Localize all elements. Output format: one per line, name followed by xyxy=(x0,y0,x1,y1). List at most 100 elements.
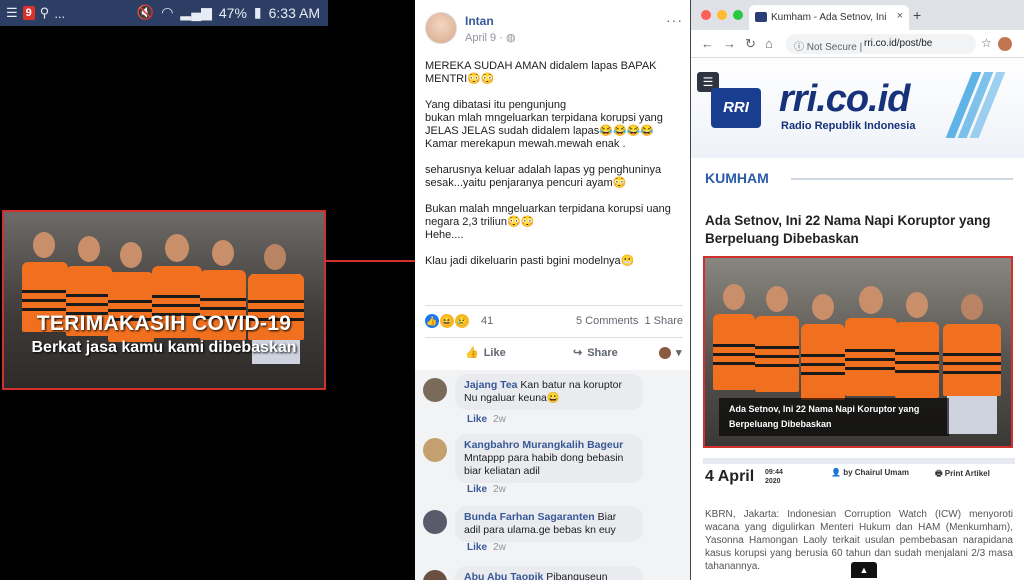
haha-reaction-icon[interactable]: 😆 xyxy=(440,314,454,328)
author-avatar[interactable] xyxy=(425,12,457,44)
more-options-icon[interactable]: ··· xyxy=(666,12,683,28)
browser-tab[interactable]: Kumham - Ada Setnov, Ini 22 N × xyxy=(749,5,909,30)
url-field[interactable]: ⓘ Not Secure | rri.co.id/post/be xyxy=(786,34,976,54)
not-secure-label[interactable]: ⓘ Not Secure | xyxy=(794,38,862,53)
wifi-icon: ◠ xyxy=(161,4,174,20)
tool-icon: ⚲ xyxy=(39,5,50,20)
status-dots: ... xyxy=(54,5,66,21)
category-divider xyxy=(791,178,1013,180)
comments-section: Jajang Tea Kan batur na koruptor Nu ngal… xyxy=(415,370,690,580)
print-button[interactable]: 🖶 Print Artikel xyxy=(935,468,990,482)
tab-bar: Kumham - Ada Setnov, Ini 22 N × + xyxy=(691,0,1024,30)
post-stats[interactable]: 5 Comments 1 Share xyxy=(576,315,683,327)
forward-icon[interactable]: → xyxy=(723,36,736,51)
site-favicon-icon xyxy=(755,12,767,22)
comment-like-link[interactable]: Like xyxy=(467,414,487,425)
rri-logo[interactable]: RRI xyxy=(711,88,761,128)
globe-icon: ◍ xyxy=(505,32,516,44)
divider xyxy=(425,305,683,306)
site-title[interactable]: rri.co.id xyxy=(779,78,910,121)
photo-caption: Ada Setnov, Ini 22 Nama Napi Koruptor ya… xyxy=(719,398,949,436)
profile-avatar[interactable] xyxy=(998,37,1012,51)
post-paragraph: MEREKA SUDAH AMAN didalem lapas BAPAK ME… xyxy=(425,60,657,85)
comment-bubble: Abu Abu Taopik Pibanguseun wungkul xyxy=(455,566,643,580)
thumbs-up-icon: 👍 xyxy=(465,347,479,359)
bookmark-star-icon[interactable]: ☆ xyxy=(981,36,992,50)
meta-divider xyxy=(703,458,1015,464)
browser-window: Kumham - Ada Setnov, Ini 22 N × + ← → ↻ … xyxy=(690,0,1024,580)
list-icon: ☰ xyxy=(6,5,18,20)
comment-bubble: Jajang Tea Kan batur na koruptor Nu ngal… xyxy=(455,374,643,410)
printer-icon: 🖶 xyxy=(935,469,945,478)
scroll-to-top-button[interactable]: ▲ xyxy=(851,562,877,578)
new-tab-button[interactable]: + xyxy=(913,7,921,23)
category-label[interactable]: KUMHAM xyxy=(705,170,769,186)
reaction-selector[interactable]: ▾ xyxy=(659,346,682,359)
meme-caption: TERIMAKASIH COVID-19 Berkat jasa kamu ka… xyxy=(4,312,324,357)
commenter-name[interactable]: Kangbahro Murangkalih Bageur xyxy=(464,439,634,452)
article-photo: Ada Setnov, Ini 22 Nama Napi Koruptor ya… xyxy=(703,256,1013,448)
commenter-name[interactable]: Jajang Tea xyxy=(464,379,518,391)
article-meta-row: 4 April 09:44 2020 👤 by Chairul Umam 🖶 Pr… xyxy=(703,458,1015,498)
sad-reaction-icon[interactable]: 😢 xyxy=(455,314,469,328)
author-name[interactable]: Intan xyxy=(465,14,494,28)
logo-stripes xyxy=(945,72,1006,138)
comment-like-link[interactable]: Like xyxy=(467,542,487,553)
comment-meta: Like 2w xyxy=(467,414,506,425)
phone-screen: ☰ 9 ⚲ ... 🔇 ◠ ▂▄▆ 47% ▮ 6:33 AM TERIMAKA… xyxy=(0,0,328,580)
minimize-window-button[interactable] xyxy=(717,10,727,20)
url-text[interactable]: rri.co.id/post/be xyxy=(864,38,932,49)
post-actions: 👍 Like ↪ Share ▾ xyxy=(425,341,683,365)
divider xyxy=(425,337,683,338)
share-button[interactable]: ↪ Share xyxy=(573,346,618,360)
maximize-window-button[interactable] xyxy=(733,10,743,20)
site-subtitle: Radio Republik Indonesia xyxy=(781,120,916,132)
commenter-avatar[interactable] xyxy=(423,378,447,402)
comment-like-link[interactable]: Like xyxy=(467,484,487,495)
post-paragraph: Bukan malah mngeluarkan terpidana korups… xyxy=(425,203,671,241)
meme-photo: TERIMAKASIH COVID-19 Berkat jasa kamu ka… xyxy=(2,210,326,390)
comment-meta: Like 2w xyxy=(467,484,506,495)
facebook-post: Intan April 9 · ◍ ··· MEREKA SUDAH AMAN … xyxy=(415,0,690,580)
battery-icon: ▮ xyxy=(253,4,262,20)
caption-line-1: TERIMAKASIH COVID-19 xyxy=(36,312,292,335)
commenter-name[interactable]: Bunda Farhan Sagaranten xyxy=(464,511,595,523)
article-date: 4 April xyxy=(705,468,755,485)
like-reaction-icon[interactable]: 👍 xyxy=(425,314,439,328)
viewer-avatar xyxy=(659,346,671,359)
reaction-count[interactable]: 41 xyxy=(481,315,493,327)
comment-bubble: Bunda Farhan Sagaranten Biar adil para u… xyxy=(455,506,643,542)
comment-text: Mntappp para habib dong bebasin biar kel… xyxy=(464,452,624,477)
comment-time[interactable]: 2w xyxy=(493,484,506,495)
signal-icon: ▂▄▆ xyxy=(180,4,212,20)
back-icon[interactable]: ← xyxy=(701,36,714,51)
article-author[interactable]: 👤 by Chairul Umam xyxy=(831,468,909,477)
reload-icon[interactable]: ↻ xyxy=(745,36,756,52)
clock: 6:33 AM xyxy=(268,4,320,21)
post-date[interactable]: April 9 · ◍ xyxy=(465,31,516,44)
like-button[interactable]: 👍 Like xyxy=(465,346,506,360)
commenter-avatar[interactable] xyxy=(423,570,447,580)
mute-icon: 🔇 xyxy=(136,4,155,20)
commenter-name[interactable]: Abu Abu Taopik xyxy=(464,571,543,580)
tab-title: Kumham - Ada Setnov, Ini 22 N xyxy=(771,12,889,23)
address-bar-row: ← → ↻ ⌂ ⓘ Not Secure | rri.co.id/post/be… xyxy=(691,30,1024,58)
post-paragraph: seharusnya keluar adalah lapas yg penghu… xyxy=(425,164,662,189)
article-time: 09:44 2020 xyxy=(765,469,783,485)
battery-level: 47% xyxy=(218,4,247,21)
post-text: MEREKA SUDAH AMAN didalem lapas BAPAK ME… xyxy=(425,60,683,281)
share-icon: ↪ xyxy=(573,347,583,359)
comment-time[interactable]: 2w xyxy=(493,542,506,553)
close-window-button[interactable] xyxy=(701,10,711,20)
commenter-avatar[interactable] xyxy=(423,510,447,534)
home-icon[interactable]: ⌂ xyxy=(765,36,773,51)
post-header: Intan April 9 · ◍ ··· xyxy=(425,12,683,48)
comment-time[interactable]: 2w xyxy=(493,414,506,425)
status-bar: ☰ 9 ⚲ ... 🔇 ◠ ▂▄▆ 47% ▮ 6:33 AM xyxy=(0,0,328,26)
caption-line-2: Berkat jasa kamu kami dibebaskan xyxy=(31,339,297,356)
user-icon: 👤 xyxy=(831,468,844,477)
post-paragraph: Klau jadi dikeluarin pasti bgini modelny… xyxy=(425,255,635,267)
tab-close-icon[interactable]: × xyxy=(897,10,903,22)
commenter-avatar[interactable] xyxy=(423,438,447,462)
post-paragraph: Yang dibatasi itu pengunjung bukan mlah … xyxy=(425,99,663,150)
